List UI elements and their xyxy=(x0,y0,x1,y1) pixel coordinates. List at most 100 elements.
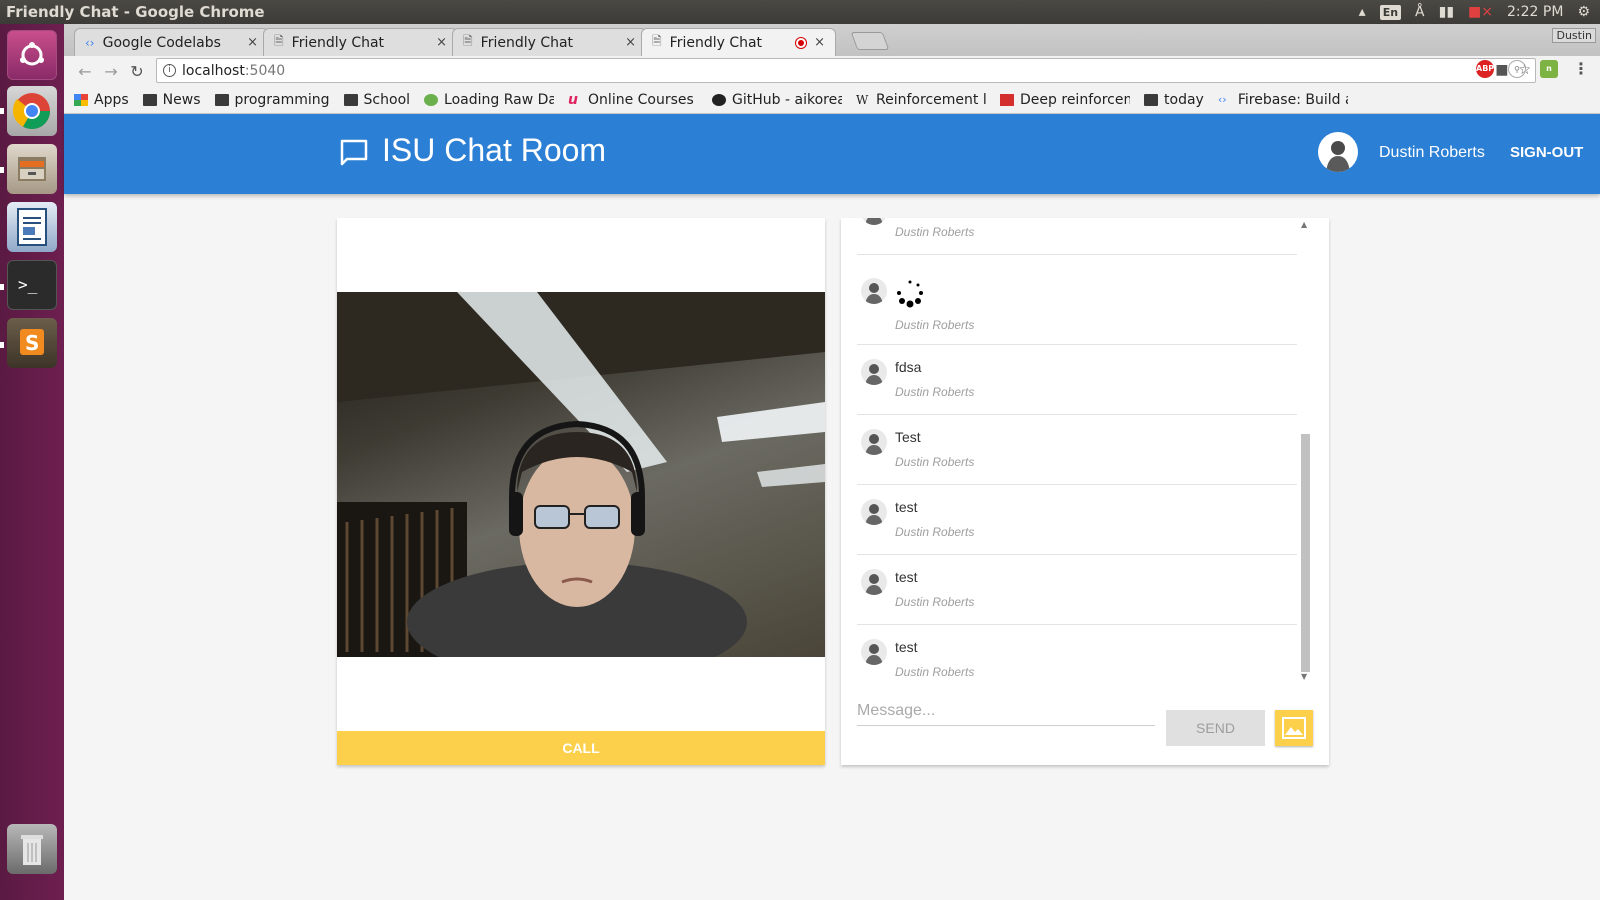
folder-icon xyxy=(214,93,229,106)
chrome-menu-icon[interactable]: ⋮ xyxy=(1572,60,1590,78)
scrollbar-thumb[interactable] xyxy=(1301,434,1310,672)
battery-icon[interactable]: ▮▮ xyxy=(1439,4,1454,20)
libreoffice-writer-icon[interactable] xyxy=(7,202,57,252)
scroll-down-arrow-icon[interactable]: ▼ xyxy=(1301,672,1307,681)
bookmark-reinforcement[interactable]: W Reinforcement l xyxy=(856,92,986,108)
tab-close-icon[interactable]: × xyxy=(436,35,447,50)
window-title: Friendly Chat - Google Chrome xyxy=(6,3,265,21)
tab-strip: ‹› Google Codelabs × 🗎 Friendly Chat × 🗎… xyxy=(64,24,1600,56)
tab-friendly-chat[interactable]: 🗎 Friendly Chat × xyxy=(452,28,647,56)
bookmark-deep-reinforcement[interactable]: Deep reinforcem xyxy=(1000,92,1130,108)
bookmark-school[interactable]: School xyxy=(343,92,410,108)
bookmark-firebase[interactable]: ‹› Firebase: Build a xyxy=(1218,92,1348,108)
ubuntu-dash-icon[interactable] xyxy=(7,30,57,80)
bookmark-loading-raw-data[interactable]: Loading Raw Da xyxy=(424,92,554,108)
extension-n-icon[interactable]: n xyxy=(1540,60,1558,78)
message-avatar xyxy=(861,359,887,385)
address-bar[interactable]: i localhost:5040 ■ ☆ xyxy=(156,58,1536,83)
folder-icon xyxy=(343,93,358,106)
bookmark-online-courses[interactable]: u Online Courses - xyxy=(568,92,698,108)
list-item: fdsa Dustin Roberts xyxy=(857,345,1297,415)
tab-label: Friendly Chat xyxy=(291,34,385,51)
message-text: test xyxy=(895,569,918,585)
chrome-icon[interactable] xyxy=(7,86,57,136)
forward-arrow-icon[interactable]: → xyxy=(98,62,124,81)
message-text: test xyxy=(895,499,918,515)
send-button[interactable]: SEND xyxy=(1166,710,1265,746)
message-text: test xyxy=(895,639,918,655)
clock[interactable]: 2:22 PM xyxy=(1507,4,1563,20)
adblock-plus-icon[interactable]: ABP xyxy=(1476,60,1494,78)
page-favicon-icon xyxy=(1000,93,1015,106)
message-text: fdsa xyxy=(895,359,922,375)
bookmark-github[interactable]: GitHub - aikorea xyxy=(712,92,842,108)
bookmark-label: News xyxy=(162,91,201,108)
bookmark-label: Deep reinforcem xyxy=(1020,91,1131,108)
bookmark-today[interactable]: today xyxy=(1144,92,1204,108)
bookmark-label: Loading Raw Da xyxy=(444,91,555,108)
url-host: localhost xyxy=(182,62,245,79)
message-author: Dustin Roberts xyxy=(895,225,975,239)
codelabs-icon: ‹› xyxy=(1217,92,1227,106)
volume-muted-icon[interactable]: ■× xyxy=(1468,4,1493,20)
message-input[interactable] xyxy=(857,696,1155,725)
user-name: Dustin Roberts xyxy=(1379,144,1485,161)
system-top-panel: Friendly Chat - Google Chrome ▴ En Å ▮▮ … xyxy=(0,0,1600,24)
running-indicator xyxy=(0,342,4,348)
system-tray: ▴ En Å ▮▮ ■× 2:22 PM ⚙ xyxy=(1359,4,1600,20)
reload-icon[interactable]: ↻ xyxy=(124,62,150,81)
back-arrow-icon[interactable]: ← xyxy=(72,62,98,81)
message-author: Dustin Roberts xyxy=(895,595,975,609)
url-port: :5040 xyxy=(244,62,286,79)
profile-button[interactable]: Dustin xyxy=(1552,28,1596,43)
message-author: Dustin Roberts xyxy=(895,318,975,332)
bookmark-programming[interactable]: programming xyxy=(214,92,330,108)
tab-friendly-chat[interactable]: 🗎 Friendly Chat × xyxy=(263,28,458,56)
settings-gear-icon[interactable]: ⚙ xyxy=(1577,4,1590,20)
list-item: Dustin Roberts xyxy=(857,264,1297,345)
keyboard-layout-indicator[interactable]: En xyxy=(1379,4,1402,20)
files-icon[interactable] xyxy=(7,144,57,194)
list-item: test Dustin Roberts xyxy=(857,485,1297,555)
sign-out-button[interactable]: SIGN-OUT xyxy=(1510,144,1583,161)
upload-image-button[interactable] xyxy=(1275,710,1313,746)
webcam-video xyxy=(337,292,825,657)
trash-icon[interactable] xyxy=(7,824,57,874)
tab-close-icon[interactable]: × xyxy=(625,35,636,50)
bookmark-label: GitHub - aikorea xyxy=(732,91,843,108)
sublime-text-icon[interactable]: S xyxy=(7,318,57,368)
list-item: test Dustin Roberts xyxy=(857,555,1297,625)
list-item: Test Dustin Roberts xyxy=(857,415,1297,485)
tab-label: Google Codelabs xyxy=(102,34,221,51)
bookmark-label: Apps xyxy=(94,91,129,108)
call-button[interactable]: CALL xyxy=(337,731,825,765)
bookmark-label: today xyxy=(1164,91,1204,108)
bookmark-news[interactable]: News xyxy=(142,91,201,108)
tab-friendly-chat-active[interactable]: 🗎 Friendly Chat × xyxy=(641,28,836,56)
folder-icon xyxy=(1144,93,1159,106)
new-tab-button[interactable] xyxy=(850,32,890,50)
extension-lens-icon[interactable]: ⚲ xyxy=(1508,60,1526,78)
tab-close-icon[interactable]: × xyxy=(247,35,258,50)
folder-icon xyxy=(142,93,157,106)
site-info-icon[interactable]: i xyxy=(163,64,176,77)
video-call-card: CALL xyxy=(337,218,825,765)
bluetooth-icon[interactable]: Å xyxy=(1415,4,1425,20)
running-indicator xyxy=(0,167,4,173)
wifi-icon[interactable]: ▴ xyxy=(1359,4,1366,20)
message-avatar xyxy=(861,429,887,455)
page-favicon-icon xyxy=(424,93,439,106)
message-scrollbar[interactable]: ▲ ▼ xyxy=(1299,218,1311,683)
codelabs-favicon-icon: ‹› xyxy=(85,35,95,50)
bookmark-apps[interactable]: Apps xyxy=(74,92,129,108)
tab-google-codelabs[interactable]: ‹› Google Codelabs × xyxy=(74,28,269,56)
tab-close-icon[interactable]: × xyxy=(814,35,825,50)
app-header: ISU Chat Room Dustin Roberts SIGN-OUT xyxy=(64,114,1600,194)
page-favicon-icon: 🗎 xyxy=(463,34,473,48)
message-list[interactable]: fdsa Dustin Roberts Dustin Roberts fdsa … xyxy=(841,218,1299,683)
terminal-icon[interactable]: >_ xyxy=(7,260,57,310)
image-icon xyxy=(1282,717,1306,739)
app-title: ISU Chat Room xyxy=(382,132,607,168)
message-avatar xyxy=(861,218,887,225)
scroll-up-arrow-icon[interactable]: ▲ xyxy=(1301,220,1307,229)
